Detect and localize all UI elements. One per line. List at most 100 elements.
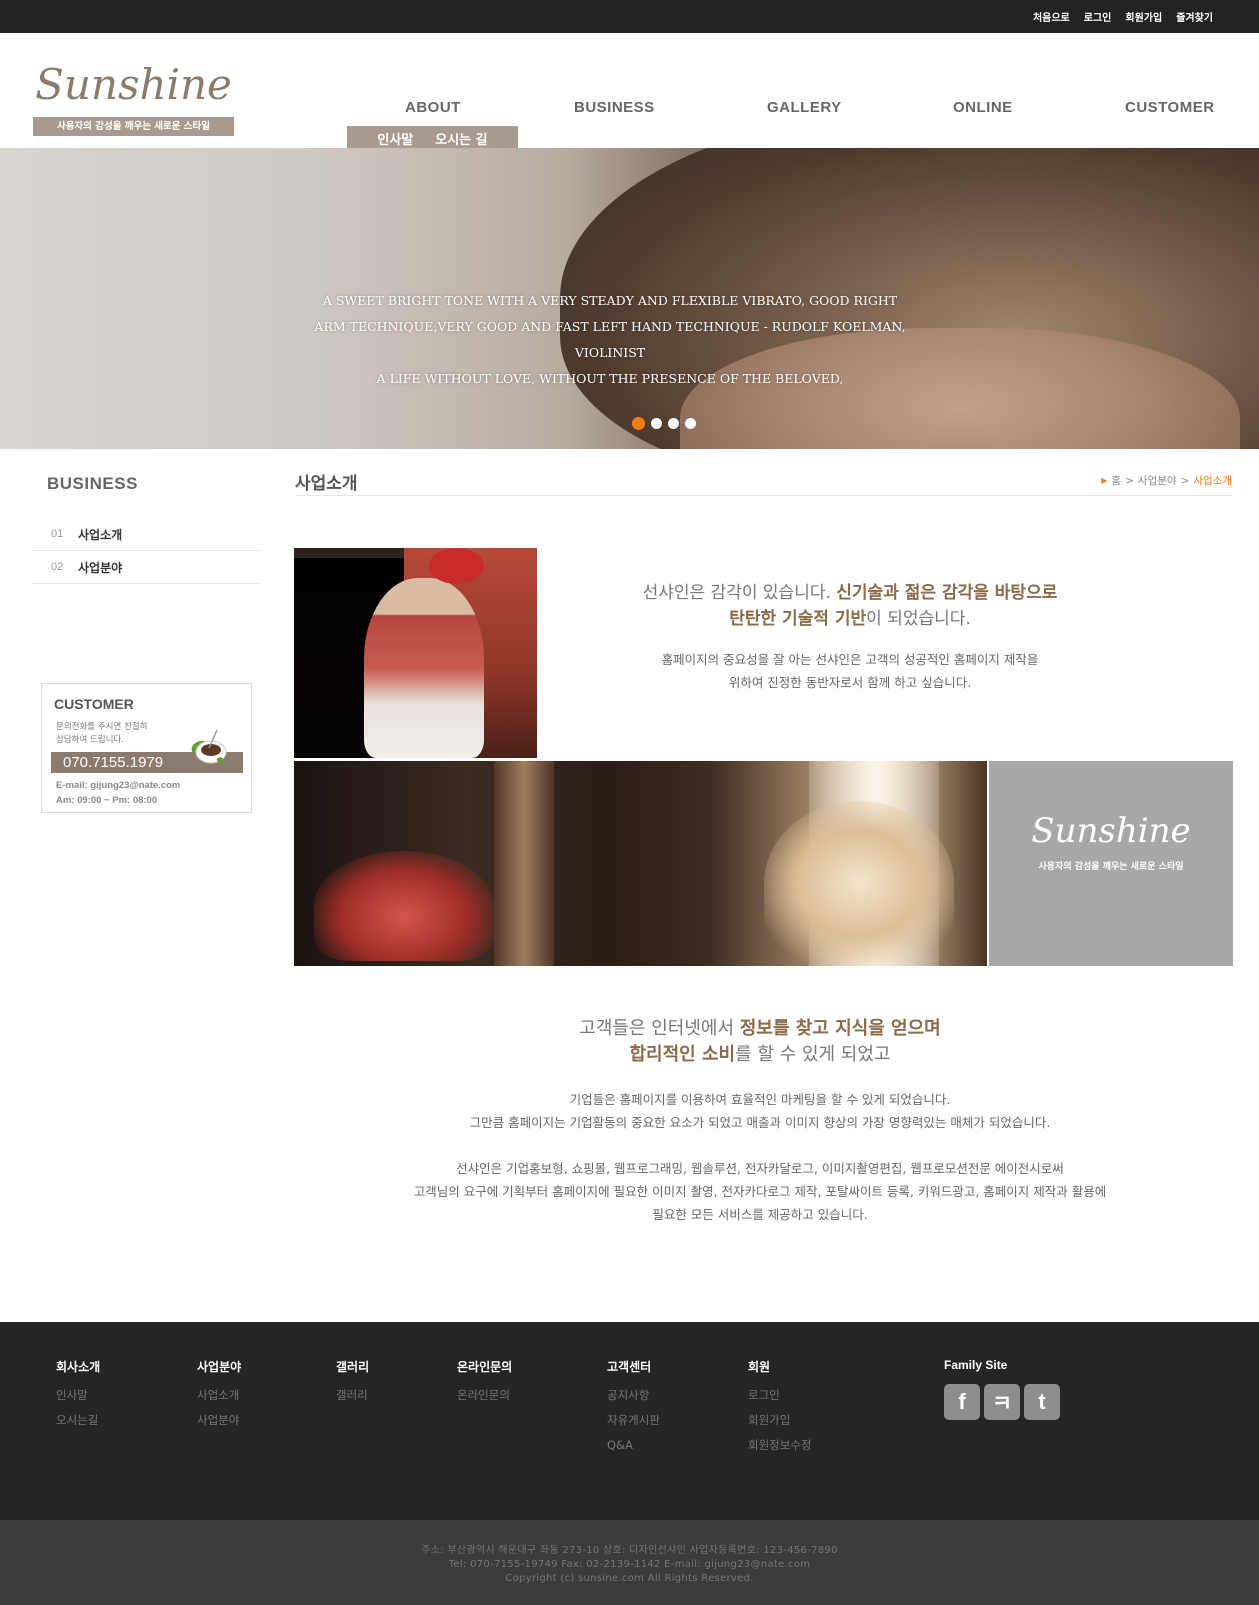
footer-link[interactable]: 오시는길 [56,1408,100,1433]
nav-about[interactable]: ABOUT [405,99,461,116]
footer-col-business: 사업분야 사업소개 사업분야 [197,1358,241,1433]
top-utility-bar: 처음으로 로그인 회원가입 즐겨찾기 [0,0,1259,33]
sidebar-title: BUSINESS [47,474,138,493]
slide-dot-3[interactable] [668,418,679,429]
footer-col-member: 회원 로그인 회원가입 회원정보수정 [748,1358,811,1458]
intro-headline-plain: 선샤인은 감각이 있습니다. [642,583,837,603]
home-link[interactable]: 처음으로 [1033,9,1070,24]
submenu-directions[interactable]: 오시는 길 [435,129,487,148]
footer-address: 주소: 부산광역시 해운대구 좌동 273-10 상호: 디자인선샤인 사업자등… [421,1545,838,1556]
footer-link[interactable]: 인사말 [56,1383,100,1408]
breadcrumb-home[interactable]: 홈 [1111,473,1121,488]
customer-desc-line-1: 문의전화를 주시면 친절히 [56,722,148,732]
footer-col-heading: 고객센터 [607,1360,652,1374]
nav-business[interactable]: BUSINESS [574,99,655,116]
business-headline-plain: 를 할 수 있게 되었고 [735,1044,891,1065]
footer-link[interactable]: 자유게시판 [607,1408,660,1433]
family-site: Family Site f ㅋ t [944,1358,1060,1420]
footer-sitemap: 회사소개 인사말 오시는길 사업분야 사업소개 사업분야 갤러리 갤러리 온라인… [0,1322,1259,1520]
sidebar-item-label: 사업분야 [78,560,123,575]
customer-contact-info: E-mail: gijung23@nate.com Am: 09:00 ~ Pm… [56,778,180,808]
sidebar-item-field[interactable]: 02 사업분야 [31,551,261,584]
slide-dot-4[interactable] [685,418,696,429]
hero-line-3: A LIFE WITHOUT LOVE, WITHOUT THE PRESENC… [376,371,844,386]
sidebar-item-label: 사업소개 [78,527,123,542]
customer-center-box: CUSTOMER 문의전화를 주시면 친절히 상담하여 드립니다. 070.71… [41,683,252,813]
breadcrumb-current: 사업소개 [1193,475,1232,487]
page-title: 사업소개 [295,474,358,494]
sns-links: f ㅋ t [944,1384,1060,1420]
hero-quote: A SWEET BRIGHT TONE WITH A VERY STEADY A… [280,288,940,392]
business-body-line-5: 필요한 모든 서비스를 제공하고 있습니다. [652,1207,868,1222]
business-headline-plain: 고객들은 인터넷에서 [579,1018,740,1039]
footer-link[interactable]: 온라인문의 [457,1383,512,1408]
customer-description: 문의전화를 주시면 친절히 상담하여 드립니다. [56,721,176,747]
footer-col-heading: 회사소개 [56,1360,101,1374]
footer-col-support: 고객센터 공지사항 자유게시판 Q&A [607,1358,660,1458]
business-body-line-3: 선샤인은 기업홍보형, 쇼핑몰, 웹프로그래밍, 웹솔루션, 전자카달로그, 이… [456,1161,1064,1176]
sidebar-item-number: 02 [51,561,64,573]
login-link[interactable]: 로그인 [1084,9,1112,24]
business-headline: 고객들은 인터넷에서 정보를 찾고 지식을 얻으며 합리적인 소비를 할 수 있… [330,1016,1190,1068]
logo[interactable]: Sunshine 사용자의 감성을 깨우는 새로운 스타일 [33,55,234,136]
footer-link[interactable]: 공지사항 [607,1383,660,1408]
footer-link[interactable]: 갤러리 [336,1383,369,1408]
footer-link[interactable]: Q&A [607,1433,660,1458]
breadcrumb-arrow-icon: ▶ [1101,476,1108,485]
business-body-line-1: 기업들은 홈페이지를 이용하여 효율적인 마케팅을 할 수 있게 되었습니다. [569,1092,951,1107]
hero-line-1: A SWEET BRIGHT TONE WITH A VERY STEADY A… [322,293,898,308]
slide-dot-1[interactable] [632,417,645,430]
join-link[interactable]: 회원가입 [1125,9,1162,24]
footer-col-heading: 회원 [748,1360,771,1374]
family-site-heading: Family Site [944,1358,1008,1372]
customer-desc-line-2: 상담하여 드립니다. [56,735,124,745]
intro-body: 홈페이지의 중요성을 잘 아는 선샤인은 고객의 성공적인 홈페이지 제작을 위… [545,648,1155,694]
photo-model [364,578,484,758]
facebook-icon[interactable]: f [944,1384,980,1420]
intro-headline-accent: 신기술과 젊은 감각을 바탕으로 [836,583,1058,603]
submenu-greeting[interactable]: 인사말 [377,129,413,148]
slide-dot-2[interactable] [651,418,662,429]
utility-links: 처음으로 로그인 회원가입 즐겨찾기 [1033,9,1213,24]
logo-tagline: 사용자의 감성을 깨우는 새로운 스타일 [33,117,234,136]
logo-wordmark: Sunshine [35,60,232,109]
photo-hat [429,548,484,584]
business-body-line-4: 고객님의 요구에 기획부터 홈페이지에 필요한 이미지 촬영, 전자카다로그 제… [413,1184,1107,1199]
intro-headline: 선샤인은 감각이 있습니다. 신기술과 젊은 감각을 바탕으로 탄탄한 기술적 … [545,580,1155,632]
nav-online[interactable]: ONLINE [953,99,1013,116]
fashion-photo-street [294,548,537,758]
sidebar-item-intro[interactable]: 01 사업소개 [31,518,261,551]
hero-banner: A SWEET BRIGHT TONE WITH A VERY STEADY A… [0,148,1259,449]
brand-tagline: 사용자의 감성을 깨우는 새로운 스타일 [1038,862,1184,872]
title-divider [295,495,1232,496]
cyworld-icon[interactable]: ㅋ [984,1384,1020,1420]
footer-link[interactable]: 사업소개 [197,1383,241,1408]
footer-link[interactable]: 로그인 [748,1383,811,1408]
footer-info: 주소: 부산광역시 해운대구 좌동 273-10 상호: 디자인선샤인 사업자등… [0,1520,1259,1605]
photo-red-dress [314,851,494,961]
intro-headline-plain: 이 되었습니다. [866,609,971,629]
customer-email: E-mail: gijung23@nate.com [56,780,181,791]
intro-body-line-1: 홈페이지의 중요성을 잘 아는 선샤인은 고객의 성공적인 홈페이지 제작을 [661,652,1039,667]
customer-title: CUSTOMER [54,696,134,712]
footer-col-company: 회사소개 인사말 오시는길 [56,1358,100,1433]
slide-indicators [632,417,696,430]
nav-gallery[interactable]: GALLERY [767,99,842,116]
breadcrumb-parent[interactable]: 사업분야 [1138,473,1177,488]
breadcrumb-separator: > [1125,474,1134,487]
business-body-line-2: 그만큼 홈페이지는 기업활동의 중요한 요소가 되었고 매출과 이미지 향상의 … [469,1115,1051,1130]
twitter-icon[interactable]: t [1024,1384,1060,1420]
nav-customer[interactable]: CUSTOMER [1125,99,1215,116]
footer-link[interactable]: 사업분야 [197,1408,241,1433]
footer-link[interactable]: 회원가입 [748,1408,811,1433]
bookmark-link[interactable]: 즐겨찾기 [1176,9,1213,24]
footer-link[interactable]: 회원정보수정 [748,1433,811,1458]
footer-col-heading: 갤러리 [336,1360,370,1374]
customer-hours: Am: 09:00 ~ Pm: 08:00 [56,795,158,806]
footer-col-heading: 사업분야 [197,1360,242,1374]
intro-body-line-2: 위하여 진정한 동반자로서 함께 하고 싶습니다. [728,675,972,690]
business-headline-accent: 합리적인 소비 [629,1044,736,1065]
intro-headline-accent: 탄탄한 기술적 기반 [729,609,867,629]
brand-panel: Sunshine 사용자의 감성을 깨우는 새로운 스타일 [989,761,1233,966]
